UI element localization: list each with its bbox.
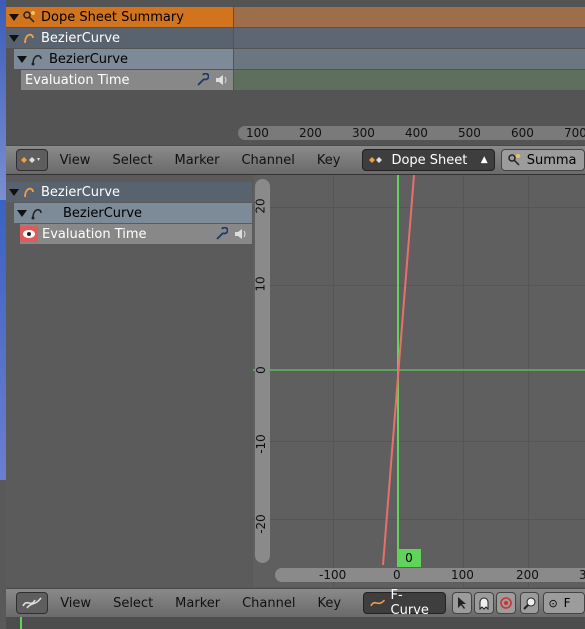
cursor-icon [458, 597, 467, 609]
zoom-button[interactable] [519, 592, 540, 614]
curve-canvas [253, 175, 585, 566]
updown-arrows-icon: ▲ [480, 155, 488, 165]
summary-icon [23, 11, 35, 23]
frame-tick: 700 [564, 126, 585, 140]
object-row-bezier[interactable]: BezierCurve [6, 28, 233, 48]
speaker-mute-icon[interactable] [233, 227, 247, 241]
graph-channel-list[interactable]: BezierCurve BezierCurve Evaluation Time [6, 175, 252, 587]
x-tick-label: 100 [451, 568, 474, 582]
summary-button-label: Summa [526, 152, 577, 168]
editor-type-button[interactable] [16, 592, 49, 614]
graph-editor-icon [22, 597, 42, 609]
evaluation-time-channel[interactable]: Evaluation Time [21, 70, 233, 90]
top-timeline-scrollbar[interactable]: 100 200 300 400 500 600 700 [238, 126, 585, 140]
curve-object-icon [24, 33, 34, 44]
menu-view[interactable]: View [60, 596, 91, 611]
graph-evaluation-time-channel[interactable]: Evaluation Time [20, 224, 252, 244]
dope-sheet-mode-icon [369, 157, 383, 163]
y-tick-label: -20 [253, 514, 268, 534]
dope-sheet-editor-icon [20, 157, 40, 163]
y-tick-label: -10 [253, 434, 268, 454]
channel-label: Evaluation Time [25, 72, 130, 88]
y-tick-label: 20 [253, 198, 268, 214]
data-row-bezier[interactable]: BezierCurve [14, 49, 233, 69]
data-label: BezierCurve [49, 51, 129, 67]
menu-select[interactable]: Select [112, 153, 152, 168]
expand-triangle-icon[interactable] [17, 209, 27, 217]
x-tick-label: 200 [516, 568, 539, 582]
pivot-label: F [563, 596, 571, 610]
x-tick-label: -100 [319, 568, 347, 582]
ghost-icon [479, 597, 489, 610]
mode-label: Dope Sheet [391, 152, 468, 168]
menu-channel[interactable]: Channel [241, 153, 294, 168]
dope-sheet-header: View Select Marker Channel Key Dope Shee… [6, 145, 585, 175]
cursor-tool-button[interactable] [452, 592, 473, 614]
f-curve-icon [370, 599, 386, 607]
mode-dropdown[interactable]: Dope Sheet ▲ [362, 149, 495, 171]
graph-data-label: BezierCurve [63, 205, 143, 221]
summary-keyframe-track [234, 7, 585, 27]
channel-track [234, 70, 585, 90]
ghost-curves-button[interactable] [474, 592, 494, 614]
expand-triangle-icon[interactable] [9, 188, 19, 196]
object-track [234, 28, 585, 48]
menu-view[interactable]: View [60, 153, 91, 168]
editor-type-button[interactable] [16, 149, 48, 171]
graph-mode-dropdown[interactable]: F-Curve [363, 588, 447, 618]
graph-data-row-bezier[interactable]: BezierCurve [14, 203, 252, 223]
y-tick-label: 10 [253, 276, 268, 292]
bottom-timeline-strip [6, 617, 585, 629]
curve-data-icon [31, 55, 42, 66]
graph-object-row-bezier[interactable]: BezierCurve [6, 182, 252, 202]
target-icon [499, 597, 512, 609]
expand-triangle-icon[interactable] [9, 13, 19, 21]
curve-object-icon [24, 187, 34, 198]
frame-tick: 100 [246, 126, 269, 140]
menu-channel[interactable]: Channel [242, 596, 295, 611]
object-label: BezierCurve [41, 30, 121, 46]
summary-toggle-button[interactable]: Summa [500, 149, 585, 171]
frame-tick: 300 [352, 126, 375, 140]
menu-marker[interactable]: Marker [175, 153, 220, 168]
current-frame-indicator[interactable]: 0 [397, 549, 421, 567]
graph-object-label: BezierCurve [41, 184, 121, 200]
summary-label: Dope Sheet Summary [41, 9, 184, 25]
dope-sheet-summary-row[interactable]: Dope Sheet Summary [6, 7, 233, 27]
expand-triangle-icon[interactable] [9, 34, 19, 42]
menu-key[interactable]: Key [317, 153, 341, 168]
y-tick-label: 0 [253, 366, 268, 374]
magnifier-icon [522, 597, 536, 610]
frame-tick: 400 [405, 126, 428, 140]
pivot-button[interactable] [495, 592, 516, 614]
frame-tick: 600 [511, 126, 534, 140]
menu-marker[interactable]: Marker [175, 596, 220, 611]
menu-select[interactable]: Select [113, 596, 153, 611]
summary-icon [507, 154, 520, 166]
frame-scrollbar[interactable]: -100 0 100 200 3 [275, 568, 585, 582]
graph-editor-area[interactable]: 20 10 0 -10 -20 0 -100 0 100 200 3 [253, 175, 585, 587]
wrench-icon[interactable] [214, 227, 228, 241]
graph-channel-label: Evaluation Time [42, 226, 147, 242]
curve-data-icon [31, 209, 42, 220]
wrench-icon[interactable] [195, 73, 209, 87]
eye-icon[interactable] [20, 226, 38, 242]
frame-tick: 500 [458, 126, 481, 140]
pivot-point-dropdown[interactable]: ⊙ F [543, 592, 585, 614]
data-track [234, 49, 585, 69]
frame-tick: 200 [299, 126, 322, 140]
x-tick-label: 3 [579, 568, 585, 582]
bottom-playhead [20, 617, 22, 629]
dope-sheet-area[interactable]: Dope Sheet Summary BezierCurve BezierCur… [6, 0, 585, 145]
expand-triangle-icon[interactable] [17, 55, 27, 63]
menu-key[interactable]: Key [317, 596, 341, 611]
speaker-mute-icon[interactable] [214, 73, 228, 87]
graph-editor-header: View Select Marker Channel Key F-Curve ⊙… [6, 588, 585, 618]
x-tick-label: 0 [393, 568, 401, 582]
graph-mode-label: F-Curve [390, 588, 429, 618]
pivot-icon: ⊙ [548, 596, 558, 610]
